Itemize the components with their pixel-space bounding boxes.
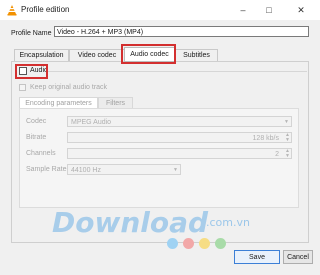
save-button[interactable]: Save [234,250,280,264]
watermark-logo: Download [52,206,209,239]
vlc-cone-icon [7,5,17,16]
audio-checkbox-highlight [15,64,48,79]
chevron-down-icon: ▼ [284,119,289,125]
cancel-button[interactable]: Cancel [283,250,313,264]
watermark-suffix: .com.vn [206,216,250,229]
watermark-dot [183,238,194,249]
bitrate-spinbox[interactable]: 128 kb/s [67,132,292,143]
watermark-dot [199,238,210,249]
profile-name-label: Profile Name [11,30,52,37]
tab-video-codec[interactable]: Video codec [69,49,125,61]
sample-rate-label: Sample Rate [26,166,67,173]
profile-name-input[interactable]: Video - H.264 + MP3 (MP4) [54,26,309,37]
maximize-button[interactable]: □ [258,2,280,18]
channels-label: Channels [26,150,56,157]
subtab-encoding-parameters[interactable]: Encoding parameters [19,97,98,108]
sample-rate-select[interactable]: 44100 Hz [67,164,181,175]
spin-down-icon[interactable]: ▼ [285,137,290,143]
close-button[interactable]: ✕ [290,2,312,18]
audio-codec-tab-highlight [121,44,176,64]
window-title: Profile edition [21,5,70,14]
keep-original-audio-checkbox[interactable] [19,84,26,91]
keep-original-audio-label: Keep original audio track [30,84,108,91]
spin-down-icon[interactable]: ▼ [285,153,290,159]
channels-spinbox[interactable]: 2 [67,148,292,159]
codec-select[interactable]: MPEG Audio [67,116,292,127]
tab-encapsulation[interactable]: Encapsulation [14,49,69,61]
minimize-button[interactable]: – [232,2,254,18]
tab-subtitles[interactable]: Subtitles [175,49,218,61]
codec-label: Codec [26,118,47,125]
watermark-dot [215,238,226,249]
watermark-dot [167,238,178,249]
subtab-filters[interactable]: Filters [98,97,133,108]
bitrate-label: Bitrate [26,134,47,141]
chevron-down-icon: ▼ [173,167,178,173]
audio-group-divider [48,71,307,72]
